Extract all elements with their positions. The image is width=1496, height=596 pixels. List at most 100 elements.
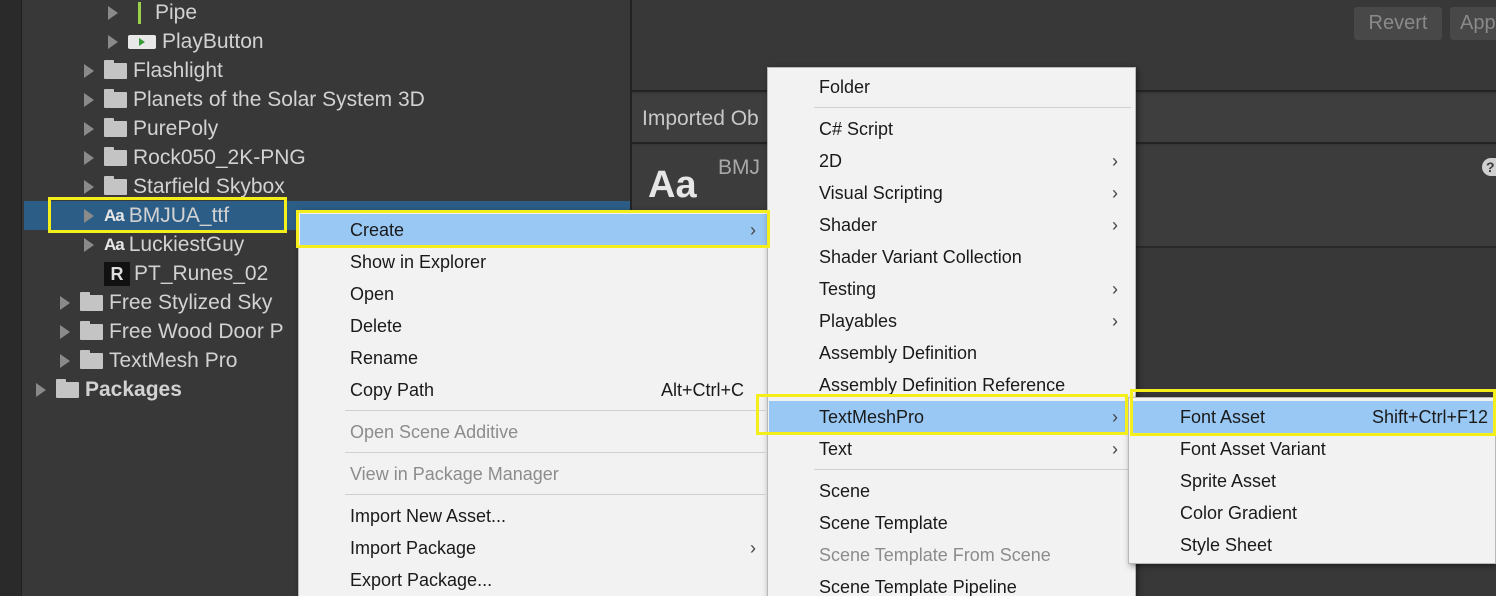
menu-item-label: Rename [350, 348, 419, 368]
menu-item-playables[interactable]: Playables › [769, 305, 1134, 337]
menu-item-create[interactable]: Create › [300, 214, 768, 246]
menu-item-label: Testing [819, 279, 877, 299]
folder-icon [104, 88, 127, 108]
tree-item-rock[interactable]: Rock050_2K-PNG [84, 143, 306, 172]
submenu-arrow-icon: › [750, 220, 756, 240]
expand-arrow-icon[interactable] [36, 382, 46, 397]
menu-item-label: 2D [819, 151, 843, 171]
tree-item-luckiestguy[interactable]: Aa LuckiestGuy [84, 230, 244, 259]
menu-item-scene-template[interactable]: Scene Template [769, 507, 1134, 539]
submenu-arrow-icon: › [1112, 407, 1118, 427]
menu-item-label: Import Package [350, 538, 477, 558]
tree-item-textmesh-pro[interactable]: TextMesh Pro [60, 346, 237, 375]
tree-item-starfield[interactable]: Starfield Skybox [84, 172, 285, 201]
submenu-arrow-icon: › [1112, 215, 1118, 235]
menu-item-assembly-definition[interactable]: Assembly Definition [769, 337, 1134, 369]
menu-item-export-package[interactable]: Export Package... [300, 564, 768, 596]
tree-item-planets[interactable]: Planets of the Solar System 3D [84, 85, 425, 114]
menu-item-sprite-asset[interactable]: Sprite Asset [1130, 465, 1494, 497]
expand-arrow-icon[interactable] [60, 324, 70, 339]
menu-item-scene[interactable]: Scene [769, 475, 1134, 507]
revert-button[interactable]: Revert [1354, 7, 1442, 40]
menu-item-2d[interactable]: 2D › [769, 145, 1134, 177]
tree-item-label: TextMesh Pro [109, 348, 238, 372]
expand-arrow-icon[interactable] [84, 92, 94, 107]
menu-item-open-scene-additive: Open Scene Additive [300, 416, 768, 448]
menu-item-style-sheet[interactable]: Style Sheet [1130, 529, 1494, 561]
menu-item-import-new-asset[interactable]: Import New Asset... [300, 500, 768, 532]
expand-arrow-icon[interactable] [84, 237, 94, 252]
menu-item-label: Create [350, 220, 405, 240]
folder-icon [104, 146, 127, 166]
expand-arrow-icon[interactable] [84, 208, 94, 223]
menu-item-open[interactable]: Open [300, 278, 768, 310]
menu-item-label: View in Package Manager [350, 464, 559, 484]
menu-item-color-gradient[interactable]: Color Gradient [1130, 497, 1494, 529]
menu-item-font-asset[interactable]: Font Asset Shift+Ctrl+F12 [1130, 401, 1494, 433]
folder-icon [104, 59, 127, 79]
expand-arrow-icon[interactable] [60, 295, 70, 310]
expand-arrow-icon[interactable] [84, 63, 94, 78]
menu-item-shader-variant-collection[interactable]: Shader Variant Collection [769, 241, 1134, 273]
menu-item-font-asset-variant[interactable]: Font Asset Variant [1130, 433, 1494, 465]
expand-arrow-icon[interactable] [84, 121, 94, 136]
menu-item-label: Show in Explorer [350, 252, 487, 272]
menu-item-text[interactable]: Text › [769, 433, 1134, 465]
tree-item-flashlight[interactable]: Flashlight [84, 56, 223, 85]
menu-separator [345, 494, 765, 495]
folder-icon [80, 349, 103, 369]
expand-arrow-icon[interactable] [108, 34, 118, 49]
tree-item-playbutton[interactable]: PlayButton [108, 27, 264, 56]
menu-item-label: Open [350, 284, 395, 304]
menu-item-csharp-script[interactable]: C# Script [769, 113, 1134, 145]
tree-item-label: LuckiestGuy [128, 232, 245, 256]
tree-item-pt-runes[interactable]: R PT_Runes_02 [84, 259, 268, 288]
menu-item-label: Sprite Asset [1180, 471, 1277, 491]
menu-item-assembly-definition-reference[interactable]: Assembly Definition Reference [769, 369, 1134, 401]
tree-item-packages[interactable]: Packages [36, 375, 182, 404]
folder-icon [80, 320, 103, 340]
menu-item-label: Export Package... [350, 570, 493, 590]
expand-arrow-icon[interactable] [84, 179, 94, 194]
tree-item-label: PurePoly [133, 116, 219, 140]
tree-item-pipe[interactable]: Pipe [108, 0, 197, 27]
menu-item-folder[interactable]: Folder [769, 71, 1134, 103]
menu-item-shader[interactable]: Shader › [769, 209, 1134, 241]
menu-item-visual-scripting[interactable]: Visual Scripting › [769, 177, 1134, 209]
menu-item-copy-path[interactable]: Copy Path Alt+Ctrl+C [300, 374, 768, 406]
shortcut-label: Shift+Ctrl+F12 [1372, 407, 1489, 427]
menu-item-label: Visual Scripting [819, 183, 943, 203]
help-icon[interactable]: ? [1482, 158, 1496, 176]
menu-item-label: Scene Template From Scene [819, 545, 1051, 565]
menu-item-textmeshpro[interactable]: TextMeshPro › [769, 401, 1134, 433]
menu-item-label: Folder [819, 77, 871, 97]
create-submenu: Folder C# Script 2D › Visual Scripting ›… [767, 67, 1136, 596]
tree-item-label: PlayButton [162, 29, 264, 53]
menu-item-show-in-explorer[interactable]: Show in Explorer [300, 246, 768, 278]
textmeshpro-submenu: Font Asset Shift+Ctrl+F12 Font Asset Var… [1128, 397, 1496, 564]
tree-item-label: Rock050_2K-PNG [133, 145, 306, 169]
expand-arrow-icon[interactable] [108, 5, 118, 20]
tree-item-free-stylized-sky[interactable]: Free Stylized Sky [60, 288, 272, 317]
menu-item-import-package[interactable]: Import Package › [300, 532, 768, 564]
apply-button[interactable]: App [1450, 7, 1496, 40]
folder-icon [80, 291, 103, 311]
menu-item-testing[interactable]: Testing › [769, 273, 1134, 305]
menu-item-label: Assembly Definition [819, 343, 978, 363]
menu-item-scene-template-pipeline[interactable]: Scene Template Pipeline [769, 571, 1134, 596]
tree-item-label: Free Wood Door P [109, 319, 284, 343]
menu-item-label: Style Sheet [1180, 535, 1273, 555]
submenu-arrow-icon: › [1112, 183, 1118, 203]
expand-arrow-icon[interactable] [84, 150, 94, 165]
tree-item-free-wood-door[interactable]: Free Wood Door P [60, 317, 284, 346]
menu-item-delete[interactable]: Delete [300, 310, 768, 342]
expand-arrow-icon[interactable] [60, 353, 70, 368]
font-icon: Aa [104, 234, 125, 254]
font-preview-icon: Aa [648, 164, 697, 206]
tree-item-purepoly[interactable]: PurePoly [84, 114, 218, 143]
menu-item-label: C# Script [819, 119, 894, 139]
menu-item-label: Scene Template Pipeline [819, 577, 1017, 596]
menu-item-rename[interactable]: Rename [300, 342, 768, 374]
menu-item-label: Color Gradient [1180, 503, 1298, 523]
menu-separator [814, 469, 1131, 470]
